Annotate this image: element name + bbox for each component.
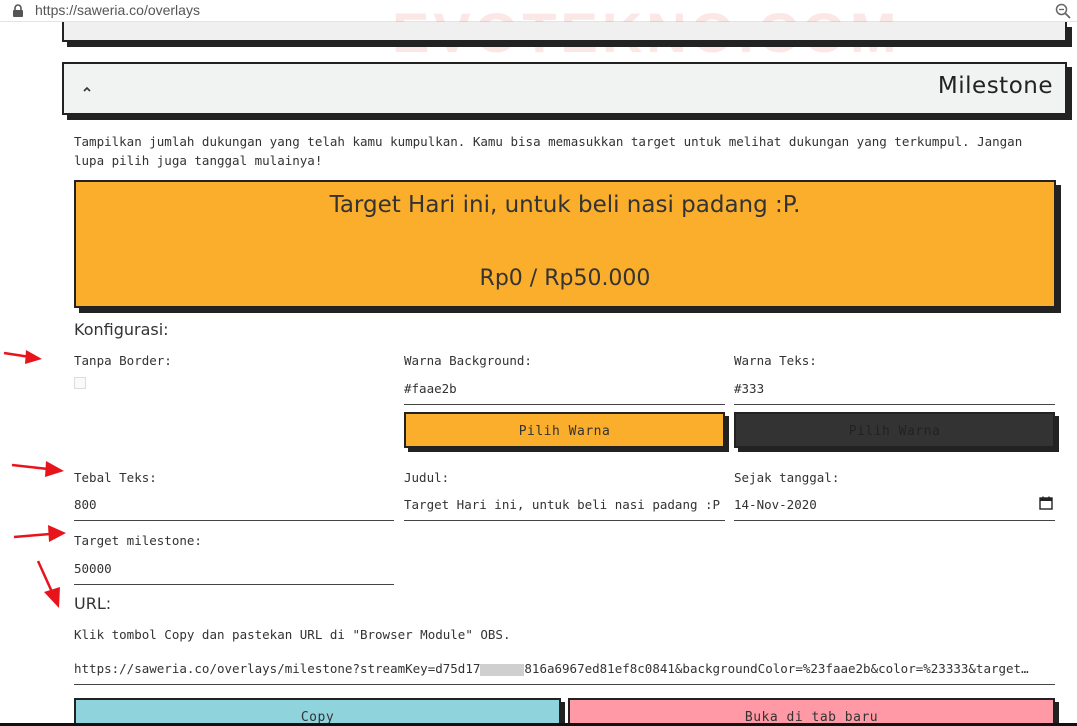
- config-heading: Konfigurasi:: [74, 320, 169, 339]
- text-pick-color-button[interactable]: Pilih Warna: [734, 412, 1055, 448]
- open-new-tab-button[interactable]: Buka di tab baru: [568, 698, 1055, 726]
- annotation-arrow-icon: [36, 560, 60, 608]
- bg-pick-color-button[interactable]: Pilih Warna: [404, 412, 725, 448]
- since-date-field[interactable]: 14-Nov-2020: [734, 488, 1055, 521]
- url-heading: URL:: [74, 594, 112, 613]
- bg-color-field[interactable]: #faae2b: [404, 372, 725, 405]
- target-label: Target milestone:: [74, 533, 202, 548]
- title-label: Judul:: [404, 470, 450, 485]
- overlay-url-field[interactable]: https://saweria.co/overlays/milestone?st…: [74, 652, 1055, 685]
- url-instruction: Klik tombol Copy dan pastekan URL di "Br…: [74, 627, 511, 642]
- preview-amount: Rp0 / Rp50.000: [479, 266, 651, 291]
- previous-overlay-card: [62, 22, 1067, 42]
- since-date-label: Sejak tanggal:: [734, 470, 840, 485]
- zoom-icon[interactable]: [1055, 3, 1071, 19]
- chevron-up-icon[interactable]: [80, 82, 94, 96]
- redacted-key: [480, 663, 525, 676]
- preview-title: Target Hari ini, untuk beli nasi padang …: [329, 192, 801, 218]
- overlay-url-start: https://saweria.co/overlays/milestone?st…: [74, 661, 481, 676]
- milestone-title: Milestone: [937, 73, 1053, 99]
- no-border-checkbox[interactable]: [74, 377, 86, 389]
- milestone-description: Tampilkan jumlah dukungan yang telah kam…: [74, 134, 1023, 168]
- since-date-value: 14-Nov-2020: [734, 497, 817, 512]
- font-weight-label: Tebal Teks:: [74, 470, 157, 485]
- font-weight-field[interactable]: 800: [74, 488, 394, 521]
- annotation-arrow-icon: [11, 461, 64, 477]
- address-url[interactable]: https://saweria.co/overlays: [35, 2, 200, 18]
- copy-button[interactable]: Copy: [74, 698, 561, 726]
- bg-color-label: Warna Background:: [404, 353, 532, 368]
- title-field[interactable]: Target Hari ini, untuk beli nasi padang …: [404, 488, 725, 521]
- no-border-label: Tanpa Border:: [74, 353, 172, 368]
- annotation-arrow-icon: [3, 350, 42, 364]
- target-field[interactable]: 50000: [74, 552, 394, 585]
- milestone-header[interactable]: Milestone: [62, 62, 1067, 115]
- overlay-url-end: 816a6967ed81ef8c0841&backgroundColor=%23…: [524, 661, 1029, 676]
- milestone-preview: Target Hari ini, untuk beli nasi padang …: [74, 180, 1056, 308]
- address-bar[interactable]: https://saweria.co/overlays: [0, 0, 1077, 22]
- lock-icon: [13, 4, 23, 17]
- text-color-label: Warna Teks:: [734, 353, 817, 368]
- text-color-field[interactable]: #333: [734, 372, 1055, 405]
- annotation-arrow-icon: [13, 525, 66, 542]
- calendar-icon[interactable]: [1039, 496, 1053, 510]
